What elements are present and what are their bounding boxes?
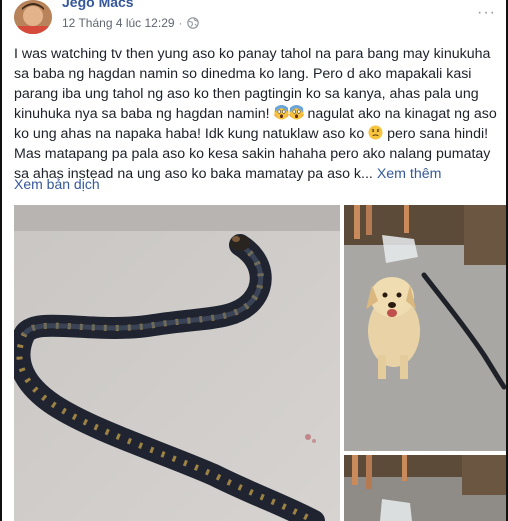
post-header: Jego Macs 12 Tháng 4 lúc 12:29 · ···	[2, 0, 506, 40]
author-avatar[interactable]	[14, 0, 52, 34]
author-name[interactable]: Jego Macs	[62, 0, 134, 10]
photo-dog-2[interactable]	[344, 455, 506, 521]
photo-grid	[14, 205, 506, 521]
post-options-button[interactable]: ···	[477, 4, 496, 22]
see-more-link[interactable]: Xem thêm	[377, 166, 442, 182]
confused-face-icon	[368, 125, 383, 140]
post-body: I was watching tv then yung aso ko panay…	[14, 44, 504, 184]
facebook-post: Jego Macs 12 Tháng 4 lúc 12:29 · ··· I w…	[2, 0, 506, 521]
meta-separator: ·	[178, 16, 183, 30]
post-meta: 12 Tháng 4 lúc 12:29 ·	[62, 16, 199, 30]
globe-icon[interactable]	[186, 17, 199, 29]
face-screaming-in-fear-icon	[288, 105, 304, 120]
face-screaming-in-fear-icon	[273, 105, 289, 120]
photo-dog[interactable]	[344, 205, 506, 451]
see-translation-link[interactable]: Xem bản dịch	[14, 176, 100, 192]
photo-snake[interactable]	[14, 205, 340, 521]
post-timestamp[interactable]: 12 Tháng 4 lúc 12:29	[62, 16, 175, 30]
